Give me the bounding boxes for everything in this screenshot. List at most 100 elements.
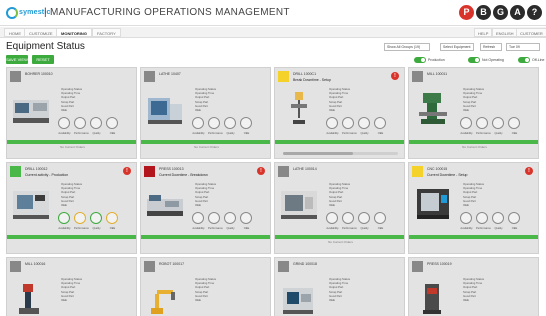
user-profile-icon[interactable]: P [459, 5, 474, 20]
equipment-stats: Operating Status Operating Time Output Par… [463, 277, 513, 302]
machine-image [11, 185, 51, 221]
kpi-gauge[interactable] [208, 212, 220, 224]
equipment-card[interactable]: GRIND 100018 Operating Status Operating Ti… [274, 257, 405, 316]
kpi-gauge[interactable] [342, 117, 354, 129]
kpi-gauge[interactable] [508, 212, 520, 224]
notifications-icon[interactable]: B [476, 5, 491, 20]
equipment-name: LATHE 100014 [293, 167, 317, 171]
offline-toggle[interactable] [518, 56, 530, 63]
kpi-gauge[interactable] [208, 117, 220, 129]
production-toggle[interactable] [414, 56, 426, 63]
equipment-card[interactable]: LATHE 100014 Operating Status Operating Ti… [274, 162, 405, 254]
kpi-gauge[interactable] [106, 212, 118, 224]
kpi-gauge[interactable] [508, 117, 520, 129]
gauge-label: Performance [342, 227, 357, 230]
equipment-card[interactable]: LATHE 10407 Operating Status Operating Tim… [140, 67, 271, 159]
kpi-gauge[interactable] [358, 212, 370, 224]
gauge-label: Quality [92, 227, 101, 230]
order-scrollbar[interactable] [283, 152, 398, 155]
kpi-gauge[interactable] [492, 212, 504, 224]
kpi-gauge[interactable] [492, 117, 504, 129]
equipment-status-text: Break Downtime - Setup [293, 78, 331, 82]
card-footer-text: No Current Orders [328, 240, 353, 244]
equipment-card[interactable]: BOHRER 100010 Operating Status Operating T… [6, 67, 137, 159]
kpi-gauge[interactable] [224, 212, 236, 224]
equipment-card[interactable]: DRILL 1000C1 Break Downtime - Setup! Opera… [274, 67, 405, 159]
equipment-card[interactable]: DRILL 100012 Current activity - Productio… [6, 162, 137, 254]
kpi-gauge[interactable] [460, 117, 472, 129]
gauge-labels: Availability Performance Quality OEE [192, 132, 253, 135]
alert-icon[interactable]: ! [257, 167, 265, 175]
kpi-gauge[interactable] [240, 212, 252, 224]
kpi-gauge[interactable] [374, 212, 386, 224]
save-view-button[interactable]: SAVE VIEW [6, 55, 28, 64]
help-icon[interactable]: ? [527, 5, 542, 20]
equipment-card[interactable]: PRESS 100019 Operating Status Operating Ti… [408, 257, 539, 316]
order-header-bar [141, 140, 270, 144]
not-operating-toggle-group: Not Operating [468, 56, 504, 63]
kpi-gauge[interactable] [476, 117, 488, 129]
machine-image [11, 90, 51, 126]
equipment-card[interactable]: MILL 100016 Operating Status Operating Tim… [6, 257, 137, 316]
alert-icon[interactable]: ! [123, 167, 131, 175]
equipment-name: LATHE 10407 [159, 72, 181, 76]
tab-language[interactable]: ENGLISH [492, 28, 518, 37]
kpi-gauge[interactable] [374, 117, 386, 129]
order-header-bar [141, 235, 270, 239]
equipment-card[interactable]: ROBOT 100017 Operating Status Operating Ti… [140, 257, 271, 316]
scrollbar-thumb[interactable] [283, 152, 353, 155]
tab-customer[interactable]: CUSTOMER [516, 28, 546, 37]
logo-mark-icon [6, 7, 18, 19]
equipment-name: PRESS 100013 [159, 167, 184, 171]
order-header-bar [275, 235, 404, 239]
refresh-select[interactable]: Refresh [480, 43, 502, 51]
not-operating-toggle[interactable] [468, 56, 480, 63]
tab-home[interactable]: HOME [4, 28, 26, 37]
equipment-stats: Operating Status Operating Time Output Par… [61, 87, 111, 112]
tab-help[interactable]: HELP [474, 28, 493, 37]
kpi-gauge[interactable] [192, 212, 204, 224]
kpi-gauge[interactable] [58, 117, 70, 129]
equipment-select[interactable]: Select Equipment [440, 43, 474, 51]
kpi-gauge[interactable] [74, 212, 86, 224]
reset-view-button[interactable]: RESET VIEW [32, 55, 54, 71]
kpi-gauge[interactable] [326, 212, 338, 224]
date-select[interactable]: Tue 09 [506, 43, 540, 51]
status-indicator [144, 166, 155, 177]
kpi-gauge[interactable] [358, 117, 370, 129]
kpi-gauges [460, 117, 520, 129]
group-filter-select[interactable]: Show All Groups (19) [384, 43, 430, 51]
settings-icon[interactable]: G [493, 5, 508, 20]
gauge-labels: Availability Performance Quality OEE [58, 132, 119, 135]
kpi-gauge[interactable] [192, 117, 204, 129]
tab-monitoring[interactable]: MONITORING [56, 28, 92, 37]
kpi-gauge[interactable] [476, 212, 488, 224]
kpi-gauge[interactable] [326, 117, 338, 129]
kpi-gauge[interactable] [240, 117, 252, 129]
stat-label: OEE [329, 298, 335, 303]
tab-factory[interactable]: FACTORY [92, 28, 121, 37]
order-header-bar [7, 235, 136, 239]
kpi-gauge[interactable] [460, 212, 472, 224]
kpi-gauge[interactable] [74, 117, 86, 129]
kpi-gauge[interactable] [224, 117, 236, 129]
gauge-labels: Availability Performance Quality OEE [326, 132, 387, 135]
equipment-stats: Operating Status Operating Time Output Par… [463, 182, 513, 207]
equipment-card[interactable]: CNC 100015 Current Downtime - Setup! Opera… [408, 162, 539, 254]
kpi-gauge[interactable] [106, 117, 118, 129]
stat-label: OEE [329, 108, 335, 113]
kpi-gauge[interactable] [90, 212, 102, 224]
equipment-stats: Operating Status Operating Time Output Par… [61, 182, 111, 207]
machine-image [279, 280, 319, 316]
apps-icon[interactable]: A [510, 5, 525, 20]
alert-icon[interactable]: ! [525, 167, 533, 175]
kpi-gauge[interactable] [58, 212, 70, 224]
equipment-card[interactable]: MILL 100011 Operating Status Operating Tim… [408, 67, 539, 159]
stat-label: OEE [61, 203, 67, 208]
kpi-gauge[interactable] [90, 117, 102, 129]
app-logo[interactable]: symestic [6, 7, 50, 19]
kpi-gauge[interactable] [342, 212, 354, 224]
alert-icon[interactable]: ! [391, 72, 399, 80]
equipment-card[interactable]: PRESS 100013 Current Downtime - Breakdown… [140, 162, 271, 254]
tab-customize[interactable]: CUSTOMIZE [24, 28, 58, 37]
